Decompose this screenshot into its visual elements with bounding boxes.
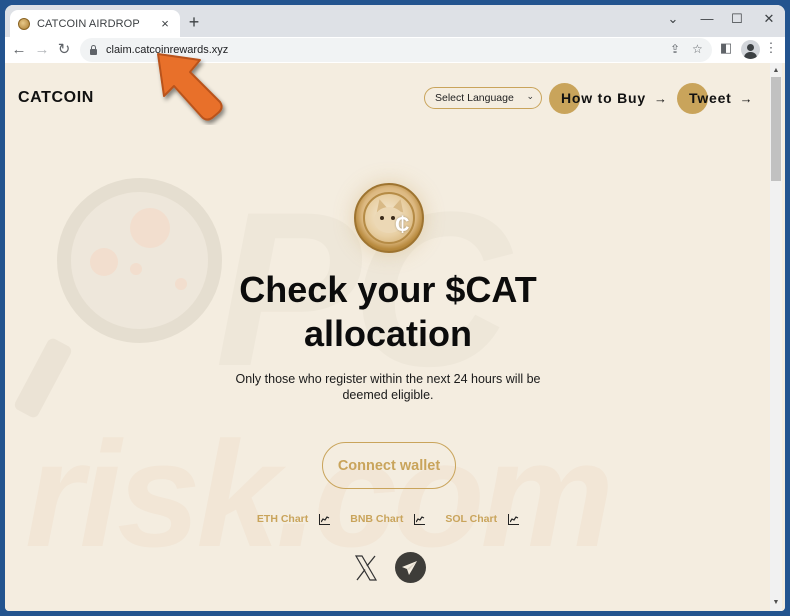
- how-to-buy-link[interactable]: How to Buy →: [549, 83, 667, 114]
- catcoin-logo: ₵: [354, 183, 424, 253]
- lock-icon[interactable]: [90, 44, 97, 55]
- page-viewport: PC risk.com CATCOIN Select Language ⌄ Ho…: [5, 63, 785, 611]
- headline-line-1: Check your $CAT: [239, 269, 537, 310]
- profile-avatar-icon[interactable]: [741, 40, 760, 59]
- telegram-icon[interactable]: [394, 552, 426, 583]
- coin-face: ₵: [363, 192, 415, 244]
- scrollbar-thumb[interactable]: [771, 77, 781, 181]
- tab-search-button[interactable]: ⌄: [658, 7, 688, 31]
- connect-wallet-button[interactable]: Connect wallet: [322, 442, 456, 489]
- browser-tab[interactable]: CATCOIN AIRDROP ×: [10, 10, 180, 37]
- line-chart-icon: [508, 513, 520, 525]
- catcoin-favicon-icon: [18, 17, 30, 30]
- page-subtext: Only those who register within the next …: [5, 371, 771, 403]
- tab-title: CATCOIN AIRDROP: [37, 17, 140, 30]
- tab-close-icon[interactable]: ×: [158, 16, 172, 31]
- back-button[interactable]: ←: [8, 39, 30, 61]
- line-chart-icon: [414, 513, 426, 525]
- eth-chart-label: ETH Chart: [256, 513, 309, 525]
- cat-eye: [380, 216, 384, 220]
- subtext-line-2: deemed eligible.: [342, 388, 434, 402]
- annotation-arrow-icon: [157, 53, 223, 121]
- tab-strip: CATCOIN AIRDROP × + ⌄ — ☐ ✕: [5, 5, 785, 37]
- browser-window: CATCOIN AIRDROP × + ⌄ — ☐ ✕ ← → ↻ claim.…: [5, 5, 785, 611]
- bnb-chart-label: BNB Chart: [350, 513, 404, 525]
- sol-chart-link[interactable]: SOL Chart: [445, 513, 520, 525]
- social-links: [5, 552, 771, 583]
- scroll-up-arrow-icon[interactable]: ▲: [770, 65, 782, 77]
- page-headline: Check your $CAT allocation: [5, 268, 771, 356]
- vertical-scrollbar[interactable]: ▲ ▼: [770, 63, 782, 611]
- minimize-button[interactable]: —: [692, 7, 722, 31]
- eth-chart-link[interactable]: ETH Chart: [256, 513, 331, 525]
- tweet-label: Tweet: [689, 90, 732, 106]
- side-panel-icon[interactable]: ◧: [716, 40, 736, 56]
- share-icon[interactable]: ⇪: [670, 42, 680, 56]
- menu-icon[interactable]: ⋮: [761, 40, 781, 56]
- coin-symbol-icon: ₵: [395, 214, 410, 236]
- maximize-button[interactable]: ☐: [722, 7, 752, 31]
- browser-toolbar: ← → ↻ claim.catcoinrewards.xyz ⇪ ☆ ◧ ⋮: [5, 37, 785, 63]
- x-twitter-icon[interactable]: [351, 553, 381, 583]
- how-to-buy-label: How to Buy: [561, 90, 646, 106]
- headline-line-2: allocation: [303, 313, 473, 354]
- close-window-button[interactable]: ✕: [754, 7, 784, 31]
- language-select-value: Select Language: [435, 92, 514, 104]
- sol-chart-label: SOL Chart: [445, 513, 498, 525]
- arrow-right-icon: →: [739, 90, 753, 106]
- new-tab-button[interactable]: +: [185, 13, 203, 31]
- bnb-chart-link[interactable]: BNB Chart: [350, 513, 426, 525]
- chevron-down-icon: ⌄: [526, 91, 534, 101]
- bookmark-star-icon[interactable]: ☆: [692, 42, 703, 56]
- subtext-line-1: Only those who register within the next …: [235, 372, 541, 386]
- reload-button[interactable]: ↻: [53, 39, 75, 61]
- arrow-right-icon: →: [654, 90, 667, 106]
- scroll-down-arrow-icon[interactable]: ▼: [770, 597, 782, 609]
- line-chart-icon: [319, 513, 331, 525]
- chart-links: ETH Chart BNB Chart SOL Chart: [5, 513, 771, 525]
- language-select[interactable]: Select Language ⌄: [424, 87, 542, 109]
- forward-button[interactable]: →: [31, 39, 53, 61]
- brand-logo[interactable]: CATCOIN: [18, 89, 94, 107]
- tweet-link[interactable]: Tweet →: [677, 83, 753, 114]
- watermark-dot: [130, 208, 170, 248]
